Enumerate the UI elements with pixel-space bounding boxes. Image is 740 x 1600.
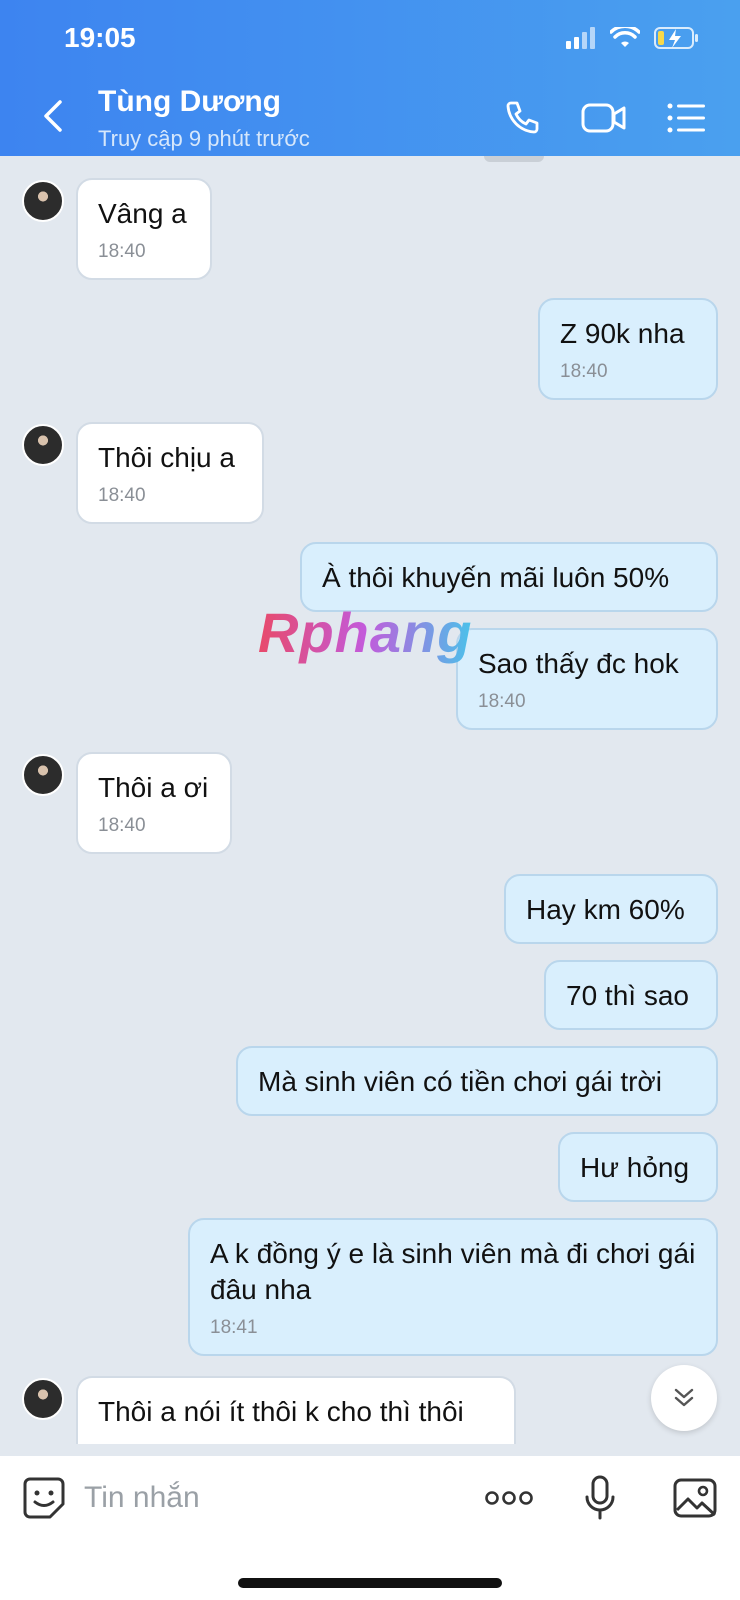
voice-message-button[interactable] xyxy=(582,1474,618,1522)
voice-call-button[interactable] xyxy=(500,96,544,140)
double-chevron-down-icon xyxy=(674,1388,694,1407)
message-text: Vâng a xyxy=(98,198,187,229)
message-text: Thôi chịu a xyxy=(98,442,235,473)
status-icons xyxy=(566,26,700,50)
sticker-face-icon xyxy=(23,1477,65,1519)
message-time: 18:40 xyxy=(478,691,526,712)
list-menu-icon xyxy=(667,103,705,133)
watermark-logo: Rphang xyxy=(258,601,473,664)
message-time: 18:40 xyxy=(98,485,146,506)
message-text: Hay km 60% xyxy=(526,894,685,925)
avatar[interactable] xyxy=(22,1378,64,1420)
message-text: Z 90k nha xyxy=(560,318,685,349)
video-camera-icon xyxy=(581,103,626,133)
message-text: Sao thấy đc hok xyxy=(478,648,679,679)
status-time: 19:05 xyxy=(64,22,136,53)
more-dots-icon xyxy=(485,1491,533,1505)
message-text: Thôi a ơi xyxy=(98,772,209,803)
contact-name[interactable]: Tùng Dương xyxy=(98,85,281,119)
message-bubble[interactable]: Sao thấy đc hok 18:40 xyxy=(456,628,718,730)
message-text: 70 thì sao xyxy=(566,980,689,1011)
back-button[interactable] xyxy=(36,96,70,136)
more-options-button[interactable] xyxy=(484,1474,534,1522)
contact-last-seen: Truy cập 9 phút trước xyxy=(98,126,310,151)
avatar[interactable] xyxy=(22,424,64,466)
message-input[interactable] xyxy=(84,1476,464,1520)
message-time: 18:40 xyxy=(98,815,146,836)
message-bubble[interactable]: Z 90k nha 18:40 xyxy=(538,298,718,400)
message-bubble[interactable]: Hay km 60% xyxy=(504,874,718,944)
message-bubble[interactable]: Vâng a 18:40 xyxy=(76,178,212,280)
signal-icon xyxy=(566,27,595,49)
message-bubble[interactable]: A k đồng ý e là sinh viên mà đi chơi gái… xyxy=(188,1218,718,1356)
battery-charging-icon xyxy=(654,27,698,49)
home-indicator xyxy=(238,1578,502,1588)
wifi-icon xyxy=(610,27,640,47)
microphone-icon xyxy=(585,1475,615,1520)
message-text: À thôi khuyến mãi luôn 50% xyxy=(322,562,670,593)
message-bubble[interactable]: Thôi chịu a 18:40 xyxy=(76,422,264,524)
avatar[interactable] xyxy=(22,180,64,222)
chat-menu-button[interactable] xyxy=(664,96,708,140)
message-composer xyxy=(0,1456,740,1600)
message-bubble[interactable]: Hư hỏng xyxy=(558,1132,718,1202)
message-bubble[interactable]: Thôi a ơi 18:40 xyxy=(76,752,232,854)
sticker-button[interactable] xyxy=(22,1476,66,1520)
scroll-to-bottom-button[interactable] xyxy=(651,1365,717,1431)
message-bubble[interactable]: Mà sinh viên có tiền chơi gái trời xyxy=(236,1046,718,1116)
message-time: 18:41 xyxy=(210,1317,258,1338)
chat-header: 19:05 Tùng Dương Truy cập 9 phút trước xyxy=(0,0,740,156)
message-time: 18:40 xyxy=(98,241,146,262)
message-text: Mà sinh viên có tiền chơi gái trời xyxy=(258,1066,663,1097)
previous-message-edge xyxy=(484,156,544,162)
message-time: 18:40 xyxy=(560,361,608,382)
avatar[interactable] xyxy=(22,754,64,796)
image-icon xyxy=(673,1478,717,1518)
message-list[interactable]: Vâng a 18:40 Z 90k nha 18:40 Thôi chịu a… xyxy=(0,156,740,1456)
message-bubble[interactable]: Thôi a nói ít thôi k cho thì thôi xyxy=(76,1376,516,1444)
message-text: Thôi a nói ít thôi k cho thì thôi xyxy=(98,1396,464,1427)
phone-icon xyxy=(506,101,539,134)
message-text: A k đồng ý e là sinh viên mà đi chơi gái… xyxy=(210,1238,696,1305)
chevron-left-icon xyxy=(44,100,62,132)
video-call-button[interactable] xyxy=(580,96,628,140)
gallery-button[interactable] xyxy=(672,1474,718,1522)
message-text: Hư hỏng xyxy=(580,1152,690,1183)
message-bubble[interactable]: 70 thì sao xyxy=(544,960,718,1030)
